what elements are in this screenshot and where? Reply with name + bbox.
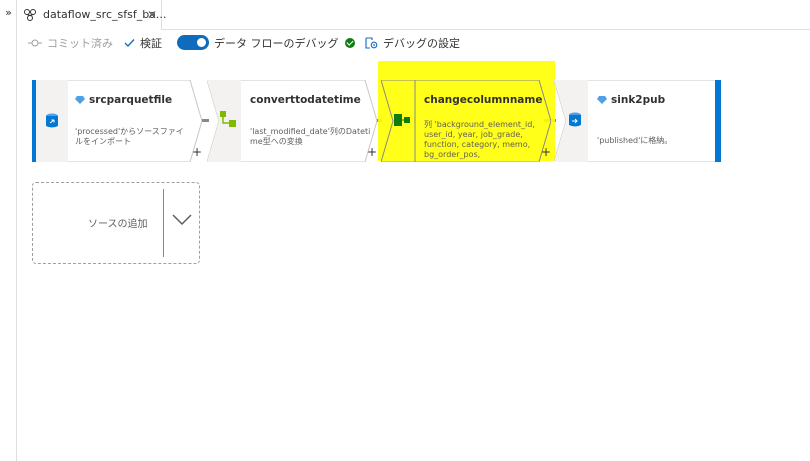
derived-column-icon [220,111,236,127]
add-transform-button[interactable]: + [541,146,551,158]
add-source-label: ソースの追加 [88,219,148,230]
node-converttodatetime[interactable]: converttodatetime 'last_modified_date'列の… [207,80,377,162]
validate-button[interactable]: 検証 [124,34,162,51]
commit-icon [28,39,42,46]
node-title: srcparquetfile [75,94,172,106]
node-sink2pub[interactable]: sink2pub 'published'に格納。 [554,80,721,162]
debug-settings-button[interactable]: デバッグの設定 [364,34,460,51]
validate-label: 検証 [140,36,162,50]
commit-button[interactable]: コミット済み [28,34,113,51]
node-description: 'processed'からソースファイ ルをインポート [75,127,184,146]
divider [163,189,164,257]
add-source-button[interactable]: ソースの追加 [32,182,200,264]
node-description: 'published'に格納。 [597,136,673,145]
left-rail: » [0,0,17,461]
dataflow-canvas[interactable]: srcparquetfile 'processed'からソースファイ ルをインポ… [17,55,810,461]
close-icon[interactable]: ✕ [147,8,157,22]
node-changecolumnname[interactable]: changecolumnname 列 'background_element_i… [381,80,551,162]
add-transform-button[interactable]: + [367,146,377,158]
debug-settings-label: デバッグの設定 [383,36,460,50]
gem-icon [75,96,85,104]
dataflow-icon [24,9,36,21]
debug-settings-icon [365,36,378,49]
source-icon [46,113,58,128]
toolbar: コミット済み 検証 データ フローのデバッグ デバッグの設定 [17,30,810,55]
tab-strip: dataflow_src_sfsf_ba... ✕ [17,0,810,31]
node-description: 'last_modified_date'列のDateti me型への変換 [250,127,371,146]
node-srcparquetfile[interactable]: srcparquetfile 'processed'からソースファイ ルをインポ… [32,80,202,162]
sink-icon [569,112,581,127]
status-ok-icon [344,37,355,48]
chevron-down-icon[interactable] [171,208,193,230]
node-description: 列 'background_element_id, user_id, year,… [424,120,535,159]
expand-rail-button[interactable]: » [2,6,15,20]
commit-label: コミット済み [47,36,113,50]
debug-toggle-group: データ フローのデバッグ [177,34,355,51]
gem-icon [597,96,607,104]
toggle-knob [197,38,206,47]
checkmark-icon [124,38,135,47]
add-transform-button[interactable]: + [192,146,202,158]
tab-dataflow[interactable]: dataflow_src_sfsf_ba... ✕ [17,0,166,31]
node-title: converttodatetime [250,94,361,106]
node-title: changecolumnname [424,94,543,106]
debug-label: データ フローのデバッグ [214,36,339,50]
debug-toggle[interactable] [177,35,209,50]
select-icon [394,114,410,126]
dataflow-editor: » dataflow_src_sfsf_ba... ✕ コミット済み 検証 デー… [0,0,810,461]
node-title: sink2pub [597,94,665,106]
